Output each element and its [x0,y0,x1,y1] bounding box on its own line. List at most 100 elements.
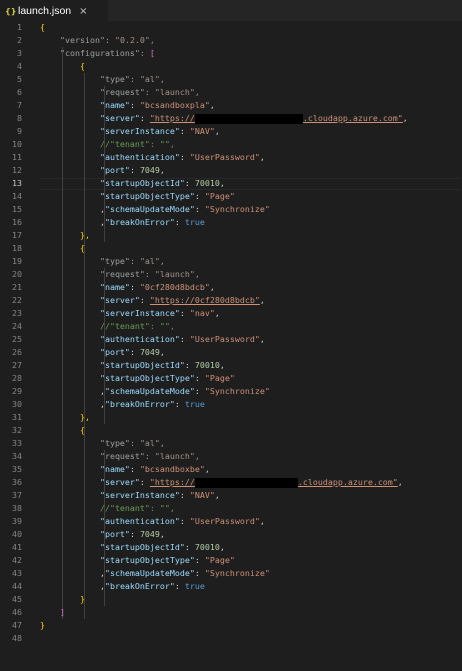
json-key: "schemaUpdateMode" [104,386,195,396]
code-line: 17 }, [0,229,462,242]
code-line: 39 "authentication": "UserPassword", [0,515,462,528]
code-line: 5 "type": "al", [0,73,462,86]
brace: { [79,425,85,435]
line-number: 5 [17,74,22,84]
json-key: "server" [99,295,140,305]
code-line: 9 "serverInstance": "NAV", [0,125,462,138]
code-line: 32 { [0,424,462,437]
json-value: true [184,399,205,409]
brace: }, [79,412,90,422]
code-line: 12 "port": 7049, [0,164,462,177]
bracket: ] [59,607,65,617]
line-number: 41 [12,542,22,552]
line-number: 26 [12,347,22,357]
code-line: 45 } [0,593,462,606]
line-number: 24 [12,321,22,331]
json-value: 7049 [139,347,160,357]
line-number: 7 [17,100,22,110]
json-key: "type" [99,438,130,448]
code-comment: //"tenant": "", [99,503,175,513]
json-key: "startupObjectId" [99,178,185,188]
line-number: 36 [12,477,22,487]
json-value: "launch" [154,269,195,279]
close-icon[interactable]: × [79,6,87,17]
server-url[interactable]: "https://.cloudapp.azure.com" [150,477,398,488]
line-number: 42 [12,555,22,565]
json-key: "name" [99,464,130,474]
line-number: 6 [17,87,22,97]
line-number: 3 [17,48,22,58]
line-number: 25 [12,334,22,344]
line-number: 16 [12,217,22,227]
line-number: 17 [12,230,22,240]
line-number: 18 [12,243,22,253]
line-number: 44 [12,581,22,591]
server-url[interactable]: "https://0cf280d8bdcb" [150,295,260,305]
json-value: "0.2.0" [114,35,150,45]
redacted-block [194,477,298,488]
code-line: 2 "version": "0.2.0", [0,34,462,47]
json-key: "authentication" [99,334,180,344]
json-key: "request" [99,87,145,97]
code-line: 40 "port": 7049, [0,528,462,541]
json-value: "UserPassword" [189,152,260,162]
json-key: "serverInstance" [99,490,180,500]
brace: } [79,594,85,604]
line-number: 19 [12,256,22,266]
json-key: "schemaUpdateMode" [104,568,195,578]
line-number: 38 [12,503,22,513]
brace: } [40,620,45,630]
json-value: "bcsandboxpla" [139,100,210,110]
line-number: 10 [12,139,22,149]
code-line: 21 "name": "0cf280d8bdcb", [0,281,462,294]
json-key: "breakOnError" [104,581,175,591]
json-value: 7049 [139,529,160,539]
tab-launch-json[interactable]: {} launch.json × [0,0,108,21]
code-comment: //"tenant": "", [99,321,175,331]
code-line: 20 "request": "launch", [0,268,462,281]
json-value: "bcsandboxbe" [139,464,205,474]
brace: { [79,243,85,253]
line-number: 33 [12,438,22,448]
line-number: 31 [12,412,22,422]
line-number: 15 [12,204,22,214]
code-line: 30 ,"breakOnError": true [0,398,462,411]
json-value: "UserPassword" [189,334,260,344]
json-key: "startupObjectType" [99,191,195,201]
line-number: 23 [12,308,22,318]
line-number: 1 [17,22,22,32]
code-line: 33 "type": "al", [0,437,462,450]
line-number: 28 [12,373,22,383]
json-file-icon: {} [5,6,17,16]
code-line: 15 ,"schemaUpdateMode": "Synchronize" [0,203,462,216]
code-line: 28 "startupObjectType": "Page" [0,372,462,385]
code-line: 25 "authentication": "UserPassword", [0,333,462,346]
code-editor[interactable]: 1 { 2 "version": "0.2.0", 3 "configurati… [0,21,462,656]
line-number: 8 [17,113,22,123]
code-line: 35 "name": "bcsandboxbe", [0,463,462,476]
json-value: "Synchronize" [204,204,270,214]
json-key: "schemaUpdateMode" [104,204,195,214]
json-value: "0cf280d8bdcb" [139,282,210,292]
json-key: "breakOnError" [104,399,175,409]
code-line: 31 }, [0,411,462,424]
line-number: 21 [12,282,22,292]
json-key: "startupObjectType" [99,373,195,383]
code-line: 44 ,"breakOnError": true [0,580,462,593]
json-value: true [184,217,205,227]
code-line: 48 [0,632,462,645]
line-number: 27 [12,360,22,370]
json-key: "port" [99,165,130,175]
json-key: "version" [59,35,105,45]
code-line: 37 "serverInstance": "NAV", [0,489,462,502]
redacted-block [194,113,303,124]
line-number: 9 [17,126,22,136]
code-line: 27 "startupObjectId": 70010, [0,359,462,372]
line-number: 13 [12,178,22,188]
line-number: 14 [12,191,22,201]
code-line: 7 "name": "bcsandboxpla", [0,99,462,112]
server-url[interactable]: "https://.cloudapp.azure.com" [150,113,403,124]
code-line: 6 "request": "launch", [0,86,462,99]
json-key: "startupObjectId" [99,542,185,552]
line-number: 46 [12,607,22,617]
